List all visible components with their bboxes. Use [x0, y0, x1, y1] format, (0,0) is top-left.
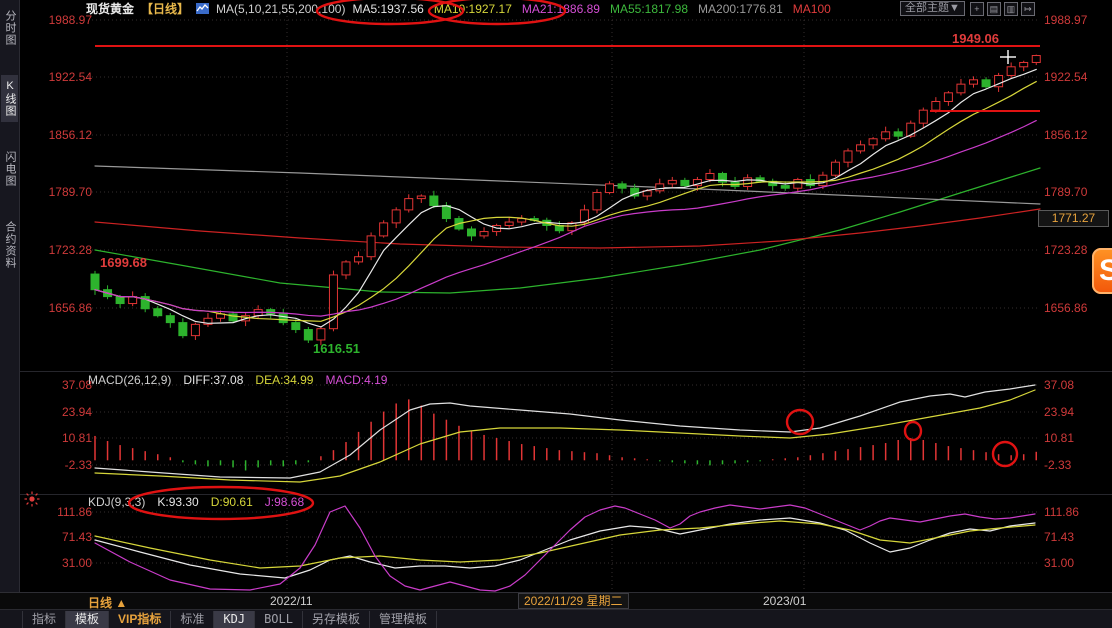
date-axis: 日线 ▲ 2022/11/29 星期二 2022/112023/01 [0, 592, 1112, 610]
chart-header: 现货黄金 【日线】 MA(5,10,21,55,200,100) MA5:193… [86, 1, 831, 16]
price-axis-label-left: 1988.97 [30, 13, 92, 27]
macd-title: MACD(26,12,9) [88, 373, 171, 387]
mini-chart-icon [196, 2, 209, 15]
macd-axis-label-right: -2.33 [1044, 458, 1071, 472]
price-axis-label-right: 1789.70 [1044, 185, 1087, 199]
sidebar-item-合约资料[interactable]: 合约资料 [1, 216, 18, 274]
ma-value-label: MA10:1927.17 [434, 2, 512, 16]
sidebar-item-分时图[interactable]: 分时图 [1, 5, 18, 51]
toolbar-item-标准[interactable]: 标准 [170, 611, 213, 628]
toolbar-item-管理模板[interactable]: 管理模板 [369, 611, 437, 628]
toolbar-item-VIP指标[interactable]: VIP指标 [108, 611, 170, 628]
indicator-toolbar: 指标模板VIP指标标准KDJBOLL另存模板管理模板 [0, 609, 1112, 628]
price-axis-label-right: 1656.86 [1044, 301, 1087, 315]
toolbar-item-另存模板[interactable]: 另存模板 [302, 611, 369, 628]
pane-chart-left-icon[interactable]: ▤ [987, 2, 1001, 16]
pane-divider-main-macd [0, 371, 1112, 372]
macd-header: MACD(26,12,9) DIFF:37.08 DEA:34.99 MACD:… [88, 373, 387, 387]
toolbar-item-模板[interactable]: 模板 [65, 611, 108, 628]
ma-value-label: MA5:1937.56 [352, 2, 423, 16]
macd-axis-label-left: 23.94 [30, 405, 92, 419]
header-controls: 全部主题▼ +▤▥↦ [900, 1, 1035, 16]
toolbar-item-KDJ[interactable]: KDJ [213, 611, 254, 628]
kdj-axis-label-left: 71.43 [30, 530, 92, 544]
ma-value-label: MA200:1776.81 [698, 2, 783, 16]
date-tick-label: 2022/11 [270, 594, 313, 608]
kdj-axis-label-left: 31.00 [30, 556, 92, 570]
price-axis-label-left: 1723.28 [30, 243, 92, 257]
layout-move-icon[interactable]: + [970, 2, 984, 16]
chart-canvas[interactable] [0, 0, 1112, 628]
ma-value-label: MA55:1817.98 [610, 2, 688, 16]
pane-chart-right-icon[interactable]: ▥ [1004, 2, 1018, 16]
layout-icon-buttons: +▤▥↦ [970, 2, 1035, 16]
macd-axis-label-right: 10.81 [1044, 431, 1074, 445]
pane-expand-icon[interactable]: ↦ [1021, 2, 1035, 16]
sun-marker-icon [24, 491, 40, 507]
price-axis-label-left: 1922.54 [30, 70, 92, 84]
macd-axis-label-left: 37.08 [30, 378, 92, 392]
kdj-axis-label-right: 31.00 [1044, 556, 1074, 570]
sidebar-item-闪电图[interactable]: 闪电图 [1, 146, 18, 192]
macd-axis-label-right: 23.94 [1044, 405, 1074, 419]
price-axis-label-left: 1656.86 [30, 301, 92, 315]
macd-axis-label-right: 37.08 [1044, 378, 1074, 392]
trading-app-window: 分时图 K线图闪电图合约资料 现货黄金 【日线】 MA(5,10,21,55,20… [0, 0, 1112, 628]
macd-axis-label-left: -2.33 [30, 458, 92, 472]
kdj-k-value: K:93.30 [157, 495, 198, 509]
price-axis-label-right: 1988.97 [1044, 13, 1087, 27]
theme-dropdown-button[interactable]: 全部主题▼ [900, 1, 965, 16]
kdj-title: KDJ(9,3,3) [88, 495, 145, 509]
ma-value-label: MA21:1886.89 [522, 2, 600, 16]
date-tick-label: 2023/01 [763, 594, 806, 608]
kdj-d-value: D:90.61 [211, 495, 253, 509]
chart-type-sidebar: 分时图 K线图闪电图合约资料 [0, 0, 20, 597]
ma-value-label: MA100 [793, 2, 831, 16]
site-logo-badge: S [1092, 248, 1112, 294]
macd-diff-value: DIFF:37.08 [183, 373, 243, 387]
macd-dea-value: DEA:34.99 [255, 373, 313, 387]
sidebar-item-K线图[interactable]: K线图 [1, 75, 18, 122]
toolbar-item-指标[interactable]: 指标 [22, 611, 65, 628]
ma-values: MA5:1937.56 MA10:1927.17 MA21:1886.89 MA55:… [352, 2, 830, 16]
kdj-header: KDJ(9,3,3) K:93.30 D:90.61 J:98.68 [88, 495, 304, 509]
period-tag: 【日线】 [141, 0, 189, 17]
kdj-axis-label-right: 71.43 [1044, 530, 1074, 544]
price-tag-1771: 1771.27 [1038, 210, 1109, 227]
kdj-axis-label-right: 111.86 [1044, 505, 1079, 519]
toolbar-item-BOLL[interactable]: BOLL [254, 611, 302, 628]
price-axis-label-left: 1856.12 [30, 128, 92, 142]
macd-axis-label-left: 10.81 [30, 431, 92, 445]
price-axis-label-left: 1789.70 [30, 185, 92, 199]
price-axis-label-right: 1856.12 [1044, 128, 1087, 142]
kdj-axis-label-left: 111.86 [30, 505, 92, 519]
ma-group-label: MA(5,10,21,55,200,100) [216, 2, 345, 16]
price-axis-label-right: 1922.54 [1044, 70, 1087, 84]
symbol-name: 现货黄金 [86, 0, 134, 17]
kdj-j-value: J:98.68 [265, 495, 304, 509]
price-axis-label-right: 1723.28 [1044, 243, 1087, 257]
macd-macd-value: MACD:4.19 [325, 373, 387, 387]
selected-date-box: 2022/11/29 星期二 [518, 593, 629, 609]
